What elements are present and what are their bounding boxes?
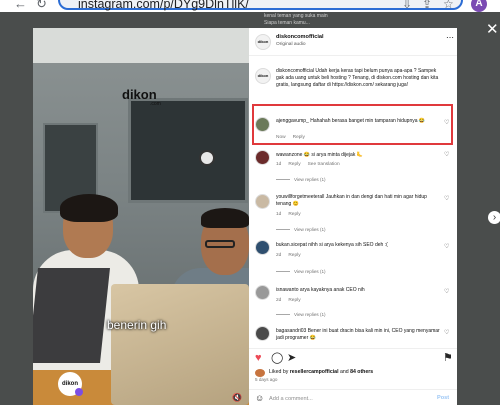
star-icon[interactable]: ☆ [443,0,454,11]
mute-icon[interactable]: 🔇 [232,394,242,402]
view-replies[interactable]: View replies (1) [276,227,326,233]
comment-icon[interactable]: ◯ [271,352,283,364]
emoji-icon[interactable]: ☺ [255,394,264,403]
comment-text: wawanzone 😂 si arya minta dijejak 🦶 [276,152,441,159]
comment-meta: 1d Reply See translation [276,162,347,168]
heart-icon[interactable]: ♡ [444,244,449,250]
view-replies[interactable]: View replies (1) [276,177,326,183]
clock-icon [199,150,215,166]
close-icon[interactable]: ✕ [486,22,499,37]
bookmark-icon[interactable]: ⚑ [443,352,453,364]
avatar[interactable] [255,150,270,165]
video-caption: benerin gih [107,318,167,332]
comment-meta: 1d Reply [276,212,308,218]
comment-text: bukan.sicepat nihh si arya kekenya sih S… [276,242,441,249]
more-options-icon[interactable]: ⋯ [446,34,454,42]
reload-icon[interactable]: ↻ [36,0,47,10]
share-icon[interactable]: ➤ [287,352,296,364]
profile-avatar[interactable]: A [471,0,487,12]
comment-body: 😂 si arya minta dijejak 🦶 [303,152,363,158]
comment-time: 1d [276,212,282,217]
laptop-left [33,268,110,363]
post-username[interactable]: diskoncomofficial [276,34,324,41]
avatar[interactable]: dikon [255,68,271,84]
avatar[interactable] [255,285,270,300]
add-comment-input[interactable] [269,394,419,404]
post-timestamp: 5 days ago [255,377,278,382]
comment-text: bagasandri03 Bener ini buat dracin bisa … [276,328,441,342]
comment-username[interactable]: isnawanto [276,287,299,293]
video-ceiling [33,28,249,63]
comment-time: 2d [276,298,282,303]
post-header: dikon diskoncomofficial Original audio ⋯ [249,28,457,56]
post-button[interactable]: Post [437,395,449,402]
liked-prefix: Liked by [269,369,289,375]
view-replies[interactable]: View replies (1) [276,312,326,318]
comment-text: youwillforgetmeeterall Jauhkan in dan de… [276,194,441,208]
person-right-hair [201,208,249,228]
reply-button[interactable]: Reply [288,253,300,258]
liked-by: Liked by resellercampofficial and 84 oth… [269,369,373,376]
share-page-icon[interactable]: ⇪ [422,0,432,11]
video-window [128,98,248,203]
comments-panel: dikon diskoncomofficial Original audio ⋯… [249,28,457,405]
comment-username[interactable]: youwillforgetmeeterall [276,194,324,200]
comment-text: isnawanto arya kayaknya anak CEO nih [276,287,441,294]
background-text: kenal teman yang suka main [264,13,328,19]
browser-toolbar: ← ↻ instagram.com/p/DYg9DlnTllK/ ⇩ ⇪ ☆ A [0,0,500,12]
highlight-box [252,104,453,145]
liked-others[interactable]: 84 others [350,369,373,375]
avatar[interactable] [255,194,270,209]
comment-time: 1d [276,162,282,167]
glasses [205,240,235,248]
post-actions: ♥ ◯ ➤ ⚑ Liked by resellercampofficial an… [249,348,457,405]
comment-username[interactable]: wawanzone [276,152,302,158]
arrow-left-icon[interactable]: ← [14,0,27,10]
view-replies[interactable]: View replies (1) [276,269,326,275]
heart-icon[interactable]: ♡ [444,196,449,202]
heart-icon[interactable]: ♡ [444,289,449,295]
comment-username[interactable]: bagasandri03 [276,328,306,334]
wall-logo-sub: .com [150,101,161,107]
avatar[interactable] [255,369,265,377]
comment-time: 2d [276,253,282,258]
liked-user[interactable]: resellercampofficial [290,369,339,375]
comment-meta: 2d Reply [276,298,308,304]
video-player[interactable]: dikon .com benerin gih dikon 🔇 [33,28,249,405]
post-caption: diskoncomofficial Udah kerja keras tapi … [276,68,441,89]
see-translation-link[interactable]: See translation [308,162,340,167]
comment-meta: 2d Reply [276,253,308,259]
heart-icon[interactable]: ♡ [444,330,449,336]
reply-button[interactable]: Reply [288,162,300,167]
avatar[interactable] [255,240,270,255]
avatar[interactable]: dikon [255,34,271,50]
watermark-badge [75,388,83,396]
comment-body: arya kayaknya anak CEO nih [299,287,365,293]
caption-username[interactable]: diskoncomofficial [276,68,314,74]
audio-label[interactable]: Original audio [276,42,306,48]
install-icon[interactable]: ⇩ [402,0,412,11]
comment-username[interactable]: bukan.sicepat [276,242,307,248]
liked-and: and [339,369,349,375]
reply-button[interactable]: Reply [288,298,300,303]
heart-icon[interactable]: ♥ [255,352,262,364]
chevron-right-icon[interactable]: › [488,211,500,224]
wall-logo: dikon [122,87,157,102]
heart-icon[interactable]: ♡ [444,152,449,158]
person-left-hair [60,194,118,222]
avatar[interactable] [255,326,270,341]
comment-body: nihh si arya kekenya sih SEO deh :( [308,242,388,248]
add-comment-row: ☺ Post [249,389,457,405]
url-text[interactable]: instagram.com/p/DYg9DlnTllK/ [78,0,249,11]
background-text: Siapa teman kamu... [264,20,310,26]
laptop-right [111,284,249,405]
reply-button[interactable]: Reply [288,212,300,217]
